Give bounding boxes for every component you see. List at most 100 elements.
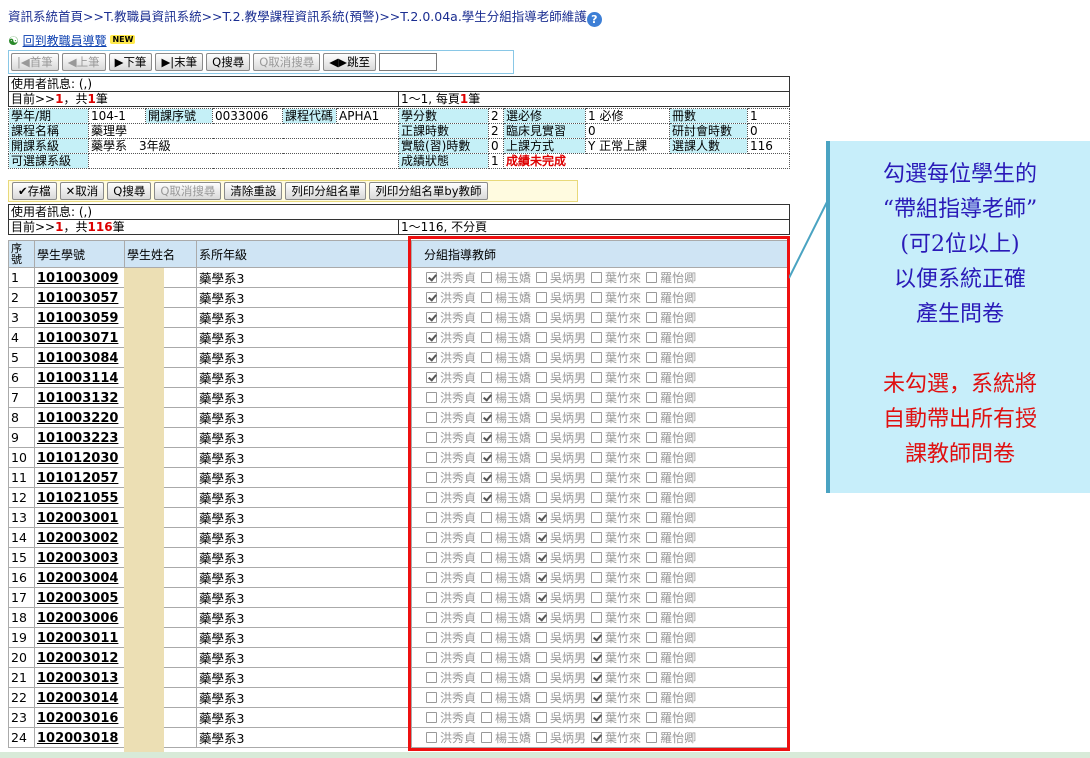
cancel-button[interactable]: ✕ 取消 [59, 182, 105, 200]
row-sid[interactable]: 102003011 [34, 627, 125, 648]
row-sid[interactable]: 102003003 [34, 547, 125, 568]
teacher-checkbox[interactable] [426, 512, 437, 523]
row-sid[interactable]: 101021055 [34, 487, 125, 508]
row-sid[interactable]: 101003132 [34, 387, 125, 408]
row-sid[interactable]: 102003004 [34, 567, 125, 588]
teacher-checkbox[interactable] [426, 432, 437, 443]
teacher-checkbox[interactable] [426, 392, 437, 403]
teacher-checkbox[interactable] [426, 732, 437, 743]
teacher-checkbox[interactable] [591, 452, 603, 463]
teacher-checkbox[interactable] [646, 352, 658, 363]
teacher-checkbox[interactable] [591, 572, 603, 583]
teacher-checkbox[interactable] [536, 272, 548, 283]
teacher-checkbox[interactable] [426, 552, 437, 563]
teacher-checkbox[interactable] [591, 352, 603, 363]
prev-record-button[interactable]: ◀ 上筆 [61, 53, 106, 71]
teacher-checkbox[interactable] [536, 532, 548, 543]
teacher-checkbox[interactable] [591, 372, 603, 383]
teacher-checkbox[interactable] [481, 472, 493, 483]
teacher-checkbox[interactable] [426, 452, 437, 463]
teacher-checkbox[interactable] [646, 332, 658, 343]
cancel-search-button[interactable]: Q 取消搜尋 [253, 53, 321, 71]
teacher-checkbox[interactable] [536, 492, 548, 503]
teacher-checkbox[interactable] [536, 372, 548, 383]
teacher-checkbox[interactable] [591, 492, 603, 503]
teacher-checkbox[interactable] [426, 712, 437, 723]
teacher-checkbox[interactable] [646, 512, 658, 523]
teacher-checkbox[interactable] [646, 472, 658, 483]
last-record-button[interactable]: ▶| 末筆 [155, 53, 204, 71]
teacher-checkbox[interactable] [591, 712, 603, 723]
teacher-checkbox[interactable] [591, 612, 603, 623]
teacher-checkbox[interactable] [591, 552, 603, 563]
teacher-checkbox[interactable] [481, 712, 493, 723]
teacher-checkbox[interactable] [426, 412, 437, 423]
teacher-checkbox[interactable] [481, 512, 493, 523]
teacher-checkbox[interactable] [536, 652, 548, 663]
teacher-checkbox[interactable] [426, 572, 437, 583]
teacher-checkbox[interactable] [646, 452, 658, 463]
col-name[interactable]: 學生姓名 [124, 240, 197, 268]
teacher-checkbox[interactable] [646, 312, 658, 323]
teacher-checkbox[interactable] [481, 452, 493, 463]
row-sid[interactable]: 101012030 [34, 447, 125, 468]
teacher-checkbox[interactable] [646, 432, 658, 443]
first-record-button[interactable]: |◀ 首筆 [11, 53, 59, 71]
jump-input[interactable] [378, 53, 437, 71]
teacher-checkbox[interactable] [536, 312, 548, 323]
teacher-checkbox[interactable] [591, 652, 603, 663]
teacher-checkbox[interactable] [481, 312, 493, 323]
teacher-checkbox[interactable] [536, 592, 548, 603]
row-sid[interactable]: 101003057 [34, 287, 125, 308]
teacher-checkbox[interactable] [426, 332, 437, 343]
help-icon[interactable]: ? [586, 12, 602, 27]
teacher-checkbox[interactable] [536, 552, 548, 563]
teacher-checkbox[interactable] [536, 712, 548, 723]
teacher-checkbox[interactable] [481, 592, 493, 603]
teacher-checkbox[interactable] [591, 312, 603, 323]
next-record-button[interactable]: ▶ 下筆 [108, 53, 153, 71]
teacher-checkbox[interactable] [536, 692, 548, 703]
teacher-checkbox[interactable] [426, 532, 437, 543]
row-sid[interactable]: 102003005 [34, 587, 125, 608]
teacher-checkbox[interactable] [646, 572, 658, 583]
teacher-checkbox[interactable] [591, 472, 603, 483]
teacher-checkbox[interactable] [536, 512, 548, 523]
teacher-checkbox[interactable] [481, 372, 493, 383]
teacher-checkbox[interactable] [646, 632, 658, 643]
teacher-checkbox[interactable] [591, 592, 603, 603]
print-by-teacher-button[interactable]: 列印分組名單by教師 [369, 182, 488, 200]
teacher-checkbox[interactable] [646, 392, 658, 403]
teacher-checkbox[interactable] [426, 272, 437, 283]
teacher-checkbox[interactable] [536, 352, 548, 363]
teacher-checkbox[interactable] [591, 432, 603, 443]
teacher-checkbox[interactable] [536, 292, 548, 303]
teacher-checkbox[interactable] [536, 732, 548, 743]
teacher-checkbox[interactable] [536, 432, 548, 443]
teacher-checkbox[interactable] [481, 732, 493, 743]
row-sid[interactable]: 102003002 [34, 527, 125, 548]
teacher-checkbox[interactable] [591, 332, 603, 343]
teacher-checkbox[interactable] [481, 392, 493, 403]
teacher-checkbox[interactable] [481, 532, 493, 543]
teacher-checkbox[interactable] [481, 272, 493, 283]
teacher-checkbox[interactable] [591, 732, 603, 743]
back-link[interactable]: 回到教職員導覽 [23, 34, 107, 48]
teacher-checkbox[interactable] [426, 372, 437, 383]
teacher-checkbox[interactable] [481, 292, 493, 303]
teacher-checkbox[interactable] [426, 352, 437, 363]
list-cancel-search-button[interactable]: Q 取消搜尋 [154, 182, 222, 200]
row-sid[interactable]: 101003071 [34, 327, 125, 348]
teacher-checkbox[interactable] [536, 612, 548, 623]
teacher-checkbox[interactable] [536, 632, 548, 643]
row-sid[interactable]: 102003006 [34, 607, 125, 628]
back-to-staff-portal[interactable]: ☯ 回到教職員導覽 NEW [8, 32, 136, 49]
teacher-checkbox[interactable] [536, 332, 548, 343]
teacher-checkbox[interactable] [646, 292, 658, 303]
teacher-checkbox[interactable] [481, 632, 493, 643]
teacher-checkbox[interactable] [591, 272, 603, 283]
jump-button[interactable]: ◀▶ 跳至 [323, 53, 376, 71]
teacher-checkbox[interactable] [591, 532, 603, 543]
teacher-checkbox[interactable] [426, 472, 437, 483]
teacher-checkbox[interactable] [646, 412, 658, 423]
